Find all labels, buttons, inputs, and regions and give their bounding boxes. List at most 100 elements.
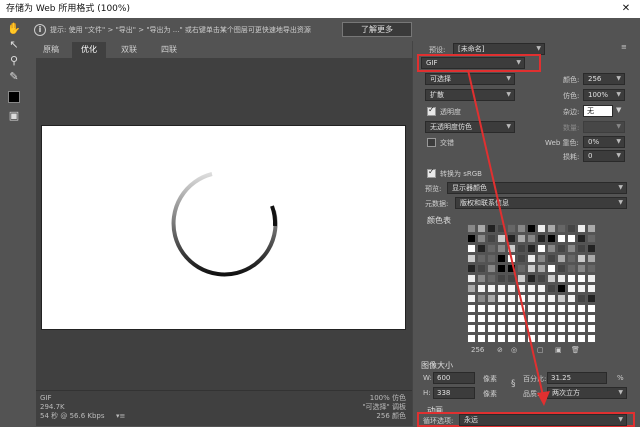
color-swatch[interactable] (467, 234, 476, 243)
percent-field[interactable]: 31.25 (547, 372, 607, 384)
color-swatch[interactable] (487, 314, 496, 323)
color-swatch[interactable] (547, 314, 556, 323)
color-swatch[interactable] (537, 334, 546, 343)
color-swatch[interactable] (587, 304, 596, 313)
format-dropdown[interactable]: GIF ▼ (421, 57, 525, 69)
color-swatch[interactable] (497, 274, 506, 283)
hand-tool-icon[interactable]: ✋ (7, 22, 21, 36)
color-swatch[interactable] (577, 314, 586, 323)
width-field[interactable]: 600 (433, 372, 475, 384)
color-swatch[interactable] (577, 254, 586, 263)
color-swatch[interactable] (537, 294, 546, 303)
color-swatch[interactable] (587, 334, 596, 343)
color-swatch[interactable] (537, 304, 546, 313)
transparency-checkbox[interactable] (427, 105, 436, 116)
color-swatch[interactable] (477, 324, 486, 333)
color-swatch[interactable] (577, 334, 586, 343)
quality-dropdown[interactable]: 两次立方 ▼ (547, 387, 627, 399)
color-swatch[interactable] (557, 324, 566, 333)
color-swatch[interactable] (517, 334, 526, 343)
color-swatch[interactable] (547, 294, 556, 303)
color-swatch[interactable] (527, 334, 536, 343)
add-color-icon[interactable]: ▣ (555, 346, 562, 354)
slice-select-tool-icon[interactable]: ↖ (7, 38, 21, 52)
color-swatch[interactable] (557, 314, 566, 323)
color-swatch[interactable] (507, 234, 516, 243)
color-swatch[interactable] (507, 324, 516, 333)
link-icon[interactable]: § (511, 379, 516, 389)
color-swatch[interactable] (467, 284, 476, 293)
color-swatch[interactable] (477, 314, 486, 323)
color-swatch[interactable] (567, 284, 576, 293)
color-reduction-dropdown[interactable]: 可选择 ▼ (425, 73, 515, 85)
color-swatch[interactable] (467, 334, 476, 343)
tab-4up[interactable]: 四联 (152, 42, 186, 58)
color-swatch[interactable] (567, 244, 576, 253)
color-swatch[interactable] (497, 334, 506, 343)
interlaced-checkbox[interactable] (427, 138, 436, 147)
color-swatch[interactable] (517, 294, 526, 303)
color-swatch[interactable] (547, 304, 556, 313)
zoom-tool-icon[interactable]: ⚲ (7, 54, 21, 68)
color-swatch[interactable] (577, 324, 586, 333)
color-swatch[interactable] (487, 224, 496, 233)
color-swatch[interactable] (577, 284, 586, 293)
color-swatch[interactable] (587, 274, 596, 283)
color-swatch[interactable] (537, 234, 546, 243)
color-swatch[interactable] (477, 334, 486, 343)
color-swatch[interactable] (487, 294, 496, 303)
color-swatch[interactable] (557, 274, 566, 283)
color-swatch[interactable] (567, 254, 576, 263)
web-shift-icon[interactable]: ◎ (511, 346, 517, 354)
color-swatch[interactable] (507, 224, 516, 233)
color-swatch[interactable] (567, 314, 576, 323)
color-swatch[interactable] (537, 284, 546, 293)
color-swatch[interactable] (577, 244, 586, 253)
learn-more-button[interactable]: 了解更多 (342, 22, 412, 37)
color-swatch[interactable] (507, 294, 516, 303)
color-swatch[interactable] (577, 274, 586, 283)
tab-original[interactable]: 原稿 (36, 42, 66, 58)
color-swatch[interactable] (557, 294, 566, 303)
color-swatch[interactable] (567, 334, 576, 343)
color-swatch[interactable] (517, 234, 526, 243)
color-swatch[interactable] (577, 234, 586, 243)
color-swatch[interactable] (477, 244, 486, 253)
color-swatch[interactable] (517, 254, 526, 263)
color-swatch[interactable] (507, 254, 516, 263)
preview-dropdown[interactable]: 显示器颜色 ▼ (447, 182, 627, 194)
color-swatch[interactable] (577, 224, 586, 233)
dither-field[interactable]: 100% ▼ (583, 89, 625, 101)
color-swatch[interactable] (477, 234, 486, 243)
color-swatch[interactable] (467, 224, 476, 233)
color-swatch[interactable] (537, 244, 546, 253)
color-swatch[interactable] (527, 264, 536, 273)
color-swatch[interactable] (577, 264, 586, 273)
color-swatch[interactable] (517, 324, 526, 333)
color-swatch[interactable] (517, 264, 526, 273)
color-swatch[interactable] (487, 334, 496, 343)
color-swatch[interactable] (567, 294, 576, 303)
color-swatch[interactable] (587, 254, 596, 263)
delete-color-icon[interactable]: 🗑 (571, 346, 580, 354)
tab-2up[interactable]: 双联 (112, 42, 146, 58)
close-button[interactable]: ✕ (612, 0, 640, 18)
color-swatch[interactable] (507, 274, 516, 283)
color-swatch[interactable] (487, 254, 496, 263)
matte-dropdown-icon[interactable]: ▼ (616, 106, 621, 114)
srgb-checkbox[interactable] (427, 167, 436, 178)
color-swatch[interactable] (557, 224, 566, 233)
color-swatch[interactable] (567, 234, 576, 243)
color-swatch[interactable] (497, 254, 506, 263)
color-swatch[interactable] (497, 244, 506, 253)
color-swatch[interactable] (477, 294, 486, 303)
color-swatch[interactable] (467, 244, 476, 253)
color-swatch[interactable] (527, 234, 536, 243)
color-swatch[interactable] (507, 264, 516, 273)
color-swatch[interactable] (557, 304, 566, 313)
color-swatch[interactable] (517, 314, 526, 323)
color-swatch[interactable] (587, 294, 596, 303)
web-snap-field[interactable]: 0% ▼ (583, 136, 625, 148)
eyedropper-color-swatch[interactable] (8, 91, 20, 103)
color-swatch[interactable] (487, 284, 496, 293)
